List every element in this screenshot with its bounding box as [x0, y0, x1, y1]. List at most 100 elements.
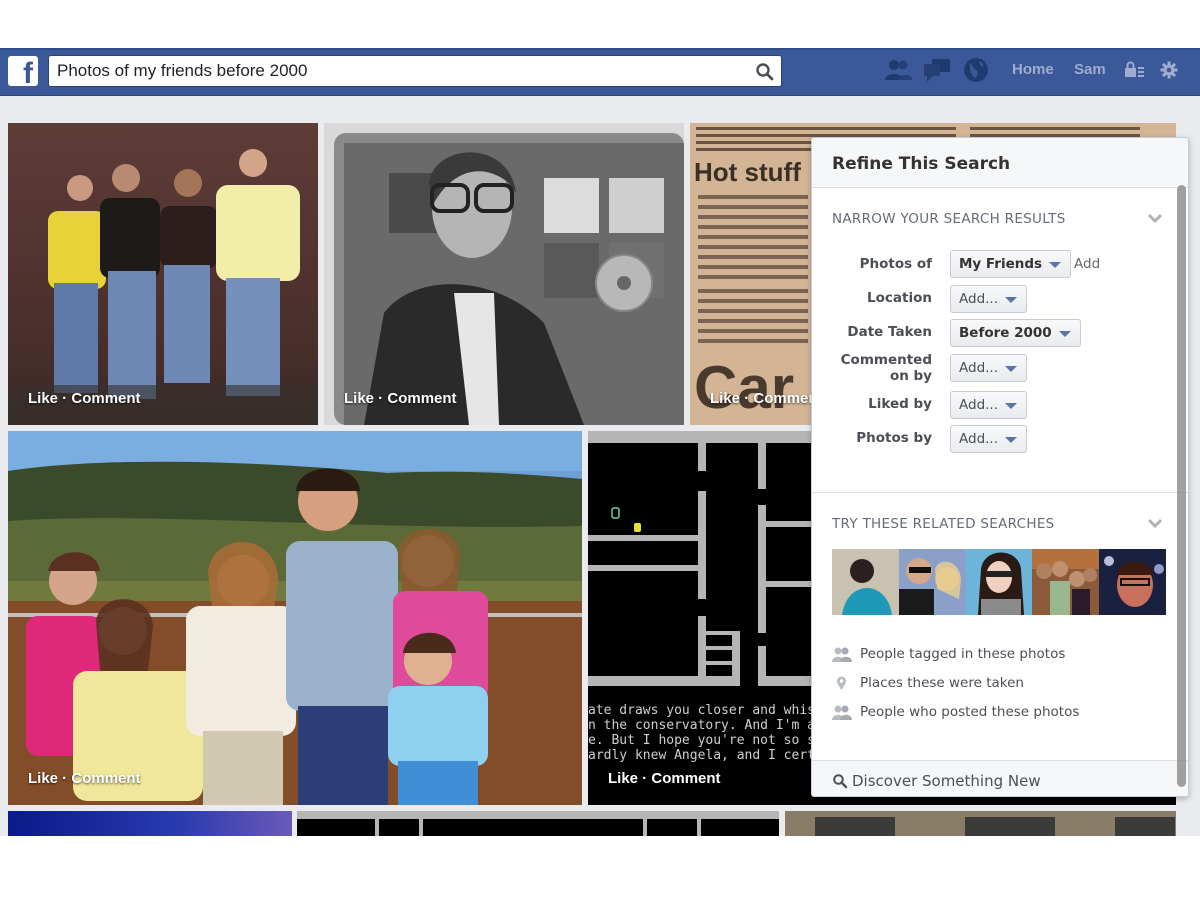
privacy-shortcuts-icon[interactable]	[1124, 60, 1146, 80]
photo-tile[interactable]	[297, 811, 779, 836]
related-search-item[interactable]: People tagged in these photos	[832, 646, 1065, 662]
photo-image	[815, 817, 1175, 836]
separator: ·	[58, 770, 72, 787]
dropdown-value: Add...	[959, 291, 999, 307]
photo-image	[8, 149, 318, 425]
photo-actions: Like · Comment	[28, 770, 141, 787]
photo-image	[8, 431, 582, 805]
photo-tile[interactable]	[785, 811, 1176, 836]
messages-icon[interactable]	[922, 56, 952, 84]
commented-on-by-dropdown[interactable]: Add...	[950, 354, 1028, 382]
dropdown-arrow-icon	[1005, 366, 1018, 372]
liked-by-dropdown[interactable]: Add...	[950, 391, 1028, 419]
photo-tile[interactable]: Like · Comment	[8, 123, 318, 425]
like-link[interactable]: Like	[608, 770, 638, 787]
photo-tile[interactable]: Like · Comment	[324, 123, 684, 425]
comment-link[interactable]: Comment	[651, 770, 720, 787]
game-text-line: n the conservatory. And I'm a	[588, 718, 815, 733]
photos-of-dropdown[interactable]: My Friends	[950, 250, 1072, 278]
game-text-line: ardly knew Angela, and I certa	[588, 748, 823, 763]
nav-home-link[interactable]: Home	[1012, 61, 1054, 78]
filter-label: Photos by	[856, 430, 932, 446]
related-search-item[interactable]: Places these were taken	[832, 675, 1024, 691]
photo-tile[interactable]: Like · Comment	[8, 431, 582, 805]
search-input[interactable]	[49, 56, 749, 86]
people-icon	[832, 705, 852, 720]
svg-text:Car: Car	[694, 354, 794, 421]
related-search-link[interactable]: People who posted these photos	[860, 704, 1079, 720]
dropdown-value: Before 2000	[959, 325, 1052, 341]
top-navigation-bar: f Home Sam	[0, 48, 1200, 96]
game-text-line: ate draws you closer and whisp	[588, 703, 823, 718]
person-thumbnail[interactable]	[832, 549, 899, 615]
friend-requests-icon[interactable]	[883, 56, 913, 84]
dropdown-arrow-icon	[1005, 297, 1018, 303]
search-icon[interactable]	[755, 62, 775, 82]
like-link[interactable]: Like	[710, 390, 740, 407]
related-search-link[interactable]: Places these were taken	[860, 675, 1024, 691]
map-pin-icon	[837, 676, 846, 690]
comment-link[interactable]: Comment	[71, 390, 140, 407]
dropdown-value: Add...	[959, 397, 999, 413]
people-icon	[832, 647, 852, 662]
photo-image	[334, 133, 684, 425]
settings-gear-icon[interactable]	[1159, 60, 1179, 80]
photo-actions: Like · Comment	[608, 770, 721, 787]
dropdown-value: Add...	[959, 360, 999, 376]
related-search-item[interactable]: People who posted these photos	[832, 704, 1079, 720]
discover-label: Discover Something New	[852, 771, 1041, 790]
chevron-down-icon[interactable]	[1148, 518, 1162, 528]
related-people-thumbnails	[832, 549, 1166, 615]
dropdown-arrow-icon	[1005, 403, 1018, 409]
photo-actions: Like · Comment	[344, 390, 457, 407]
separator: ·	[638, 770, 652, 787]
date-taken-dropdown[interactable]: Before 2000	[950, 319, 1081, 347]
search-icon	[833, 773, 848, 788]
comment-link[interactable]: Comment	[387, 390, 456, 407]
person-thumbnail[interactable]	[1099, 549, 1166, 615]
game-text-line: e. But I hope you're not so s	[588, 733, 815, 748]
panel-scrollbar[interactable]	[1177, 185, 1186, 787]
photo-tile[interactable]	[8, 811, 292, 836]
nav-profile-link[interactable]: Sam	[1074, 61, 1106, 78]
separator: ·	[740, 390, 754, 407]
dropdown-value: Add...	[959, 431, 999, 447]
add-person-link[interactable]: Add	[1074, 256, 1100, 272]
section-divider	[812, 492, 1188, 493]
photo-image	[297, 811, 779, 836]
narrow-results-heading: NARROW YOUR SEARCH RESULTS	[832, 211, 1066, 227]
panel-title: Refine This Search	[812, 138, 1188, 188]
dropdown-arrow-icon	[1058, 331, 1071, 337]
filter-label: Commented on by	[840, 352, 932, 384]
comment-link[interactable]: Comment	[71, 770, 140, 787]
person-thumbnail[interactable]	[965, 549, 1033, 615]
filter-label: Liked by	[868, 396, 932, 412]
dropdown-value: My Friends	[959, 256, 1043, 272]
location-dropdown[interactable]: Add...	[950, 285, 1028, 313]
related-search-link[interactable]: People tagged in these photos	[860, 646, 1065, 662]
filter-label: Location	[867, 290, 932, 306]
discover-something-new-button[interactable]: Discover Something New	[812, 760, 1188, 796]
like-link[interactable]: Like	[28, 770, 58, 787]
chevron-down-icon[interactable]	[1148, 213, 1162, 223]
photo-actions: Like · Comment	[28, 390, 141, 407]
screen: f Home Sam	[0, 0, 1200, 900]
separator: ·	[58, 390, 72, 407]
facebook-logo-icon[interactable]: f	[8, 56, 38, 86]
search-box	[48, 55, 782, 87]
photo-actions: Like · Comment	[710, 390, 823, 407]
person-thumbnail[interactable]	[898, 549, 966, 615]
separator: ·	[374, 390, 388, 407]
photos-by-dropdown[interactable]: Add...	[950, 425, 1028, 453]
related-searches-heading: TRY THESE RELATED SEARCHES	[832, 516, 1055, 532]
refine-search-panel: Refine This Search NARROW YOUR SEARCH RE…	[811, 137, 1189, 797]
notifications-globe-icon[interactable]	[962, 56, 992, 84]
like-link[interactable]: Like	[28, 390, 58, 407]
person-thumbnail[interactable]	[1032, 549, 1100, 615]
filter-label: Date Taken	[847, 324, 932, 340]
like-link[interactable]: Like	[344, 390, 374, 407]
newspaper-headline: Hot stuff	[694, 157, 801, 187]
filter-label: Photos of	[859, 256, 932, 272]
dropdown-arrow-icon	[1049, 262, 1062, 268]
dropdown-arrow-icon	[1005, 437, 1018, 443]
